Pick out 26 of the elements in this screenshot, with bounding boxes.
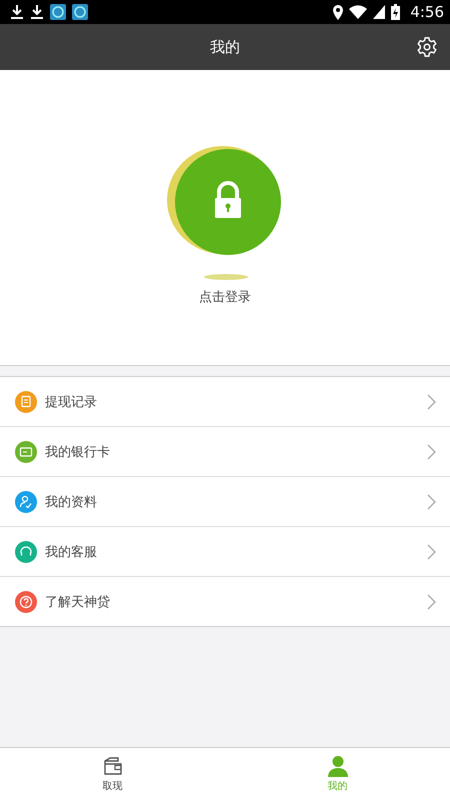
login-link[interactable]: 点击登录	[199, 288, 251, 306]
app-icon	[50, 4, 66, 20]
settings-icon[interactable]	[416, 36, 438, 58]
chevron-right-icon	[427, 394, 436, 410]
app-icon	[72, 4, 88, 20]
menu-item[interactable]: 了解天神贷	[0, 576, 450, 626]
page-title: 我的	[210, 38, 240, 56]
person-icon	[326, 755, 348, 777]
menu-item[interactable]: 我的客服	[0, 526, 450, 576]
lock-avatar-drawing[interactable]	[167, 144, 283, 282]
menu-item[interactable]: 提现记录	[0, 377, 450, 426]
chevron-right-icon	[427, 594, 436, 610]
clock-time: 4:56	[410, 3, 444, 21]
download-icon	[10, 4, 24, 20]
chevron-right-icon	[427, 544, 436, 560]
wifi-icon	[349, 5, 368, 19]
chevron-right-icon	[427, 444, 436, 460]
chevron-right-icon	[427, 494, 436, 510]
menu-item[interactable]: 我的银行卡	[0, 426, 450, 476]
wallet-icon	[102, 755, 124, 777]
battery-icon	[391, 4, 400, 20]
download-icon	[30, 4, 44, 20]
tab-item[interactable]: 取现	[0, 748, 225, 800]
location-icon	[333, 4, 344, 20]
menu-item[interactable]: 我的资料	[0, 476, 450, 526]
signal-icon	[373, 5, 386, 19]
